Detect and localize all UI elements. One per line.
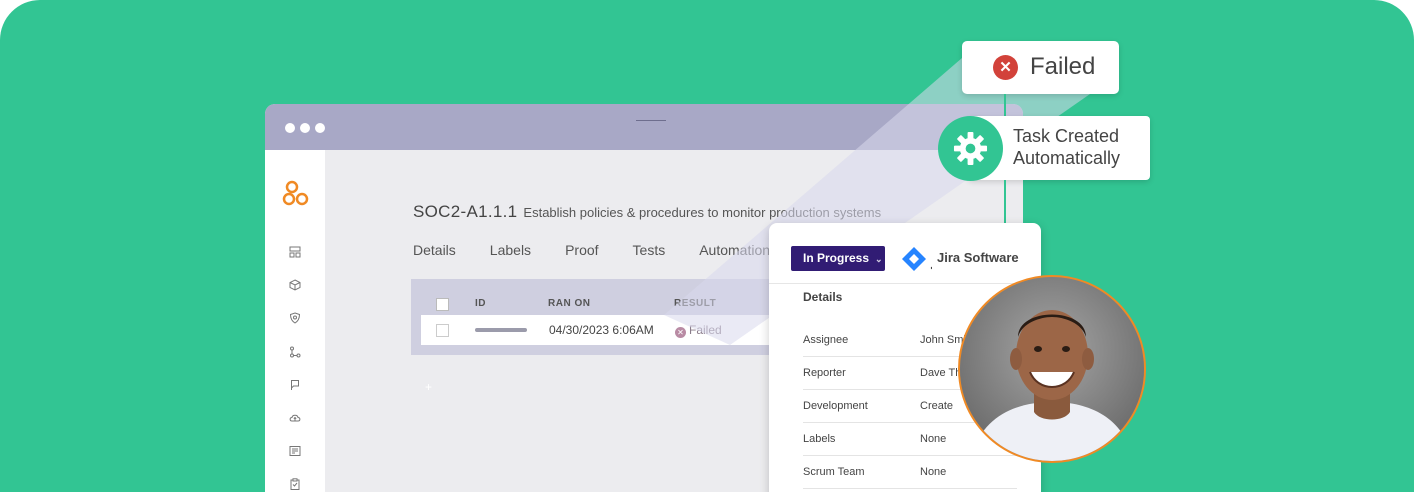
table-row[interactable]: 04/30/2023 6:06AM ✕ Failed xyxy=(421,315,791,345)
column-header-result[interactable]: RESULT xyxy=(674,298,716,309)
row-ran-on: 04/30/2023 6:06AM xyxy=(549,323,654,337)
jira-product-name: Jira Software xyxy=(937,250,1019,265)
field-value: None xyxy=(920,466,947,478)
titlebar-handle xyxy=(636,120,666,121)
failed-small-icon: ✕ xyxy=(675,327,686,338)
app-logo-icon[interactable] xyxy=(282,179,312,209)
window-dot[interactable] xyxy=(285,123,295,133)
tab-bar: Details Labels Proof Tests Automation xyxy=(413,242,804,258)
task-created-line1: Task Created xyxy=(1013,126,1120,146)
flag-icon[interactable] xyxy=(289,379,301,391)
window-dot[interactable] xyxy=(315,123,325,133)
failed-callout: ✕ Failed xyxy=(962,41,1119,94)
column-header-ran-on[interactable]: RAN ON xyxy=(548,298,590,309)
assignee-avatar xyxy=(958,275,1146,463)
chevron-down-icon: ⌄ xyxy=(875,254,883,264)
tab-proof[interactable]: Proof xyxy=(565,242,598,258)
control-description: Establish policies & procedures to monit… xyxy=(523,205,882,220)
row-id-placeholder xyxy=(475,328,527,332)
field-value: None xyxy=(920,433,947,445)
field-row-scrum-team[interactable]: Scrum Team None xyxy=(803,455,1017,489)
task-created-line2: Automatically xyxy=(1013,148,1121,168)
field-label: Development xyxy=(803,400,868,412)
row-result: ✕ Failed xyxy=(675,323,722,338)
dashboard-icon[interactable] xyxy=(289,246,301,258)
failed-callout-label: Failed xyxy=(1030,53,1096,80)
failed-icon: ✕ xyxy=(993,55,1018,80)
field-label: Assignee xyxy=(803,334,849,346)
tab-labels[interactable]: Labels xyxy=(490,242,531,258)
person-photo-icon xyxy=(960,277,1144,461)
table-header: ID RAN ON RESULT xyxy=(421,293,791,315)
status-label: In Progress xyxy=(803,251,870,265)
page-title: SOC2-A1.1.1 Establish policies & procedur… xyxy=(413,202,881,222)
field-label: Reporter xyxy=(803,367,846,379)
gear-icon xyxy=(953,131,988,166)
clipboard-icon[interactable] xyxy=(289,478,301,490)
window-dot[interactable] xyxy=(300,123,310,133)
test-results-table: ID RAN ON RESULT 04/30/2023 6:06AM ✕ Fail… xyxy=(411,279,791,355)
jira-logo-icon xyxy=(902,247,932,271)
workflow-icon[interactable] xyxy=(289,346,301,358)
cloud-upload-icon[interactable] xyxy=(289,412,301,424)
window-titlebar xyxy=(265,104,1023,150)
package-icon[interactable] xyxy=(289,279,301,291)
task-created-text: Task Created Automatically xyxy=(1013,125,1120,169)
field-label: Scrum Team xyxy=(803,466,865,478)
report-icon[interactable] xyxy=(289,445,301,457)
details-heading: Details xyxy=(803,290,843,304)
add-icon[interactable]: + xyxy=(425,380,432,394)
field-value: Create xyxy=(920,400,954,412)
hero-background: SOC2-A1.1.1 Establish policies & procedur… xyxy=(0,0,1414,492)
field-value: John Smi xyxy=(920,334,966,346)
tab-automation[interactable]: Automation xyxy=(699,242,770,258)
row-checkbox[interactable] xyxy=(436,324,449,337)
field-value: Dave Th xyxy=(920,367,962,379)
column-header-id[interactable]: ID xyxy=(475,298,486,309)
tab-tests[interactable]: Tests xyxy=(633,242,666,258)
status-dropdown[interactable]: In Progress ⌄ xyxy=(791,246,885,271)
sidebar xyxy=(265,150,325,492)
flow-connector xyxy=(1004,94,1006,116)
select-all-checkbox[interactable] xyxy=(436,298,449,311)
control-code: SOC2-A1.1.1 xyxy=(413,202,518,221)
automation-badge xyxy=(938,116,1003,181)
divider xyxy=(769,283,1041,284)
shield-icon[interactable] xyxy=(289,312,301,324)
field-label: Labels xyxy=(803,433,836,445)
row-result-label: Failed xyxy=(689,323,722,337)
tab-details[interactable]: Details xyxy=(413,242,456,258)
window-controls[interactable] xyxy=(285,123,325,133)
